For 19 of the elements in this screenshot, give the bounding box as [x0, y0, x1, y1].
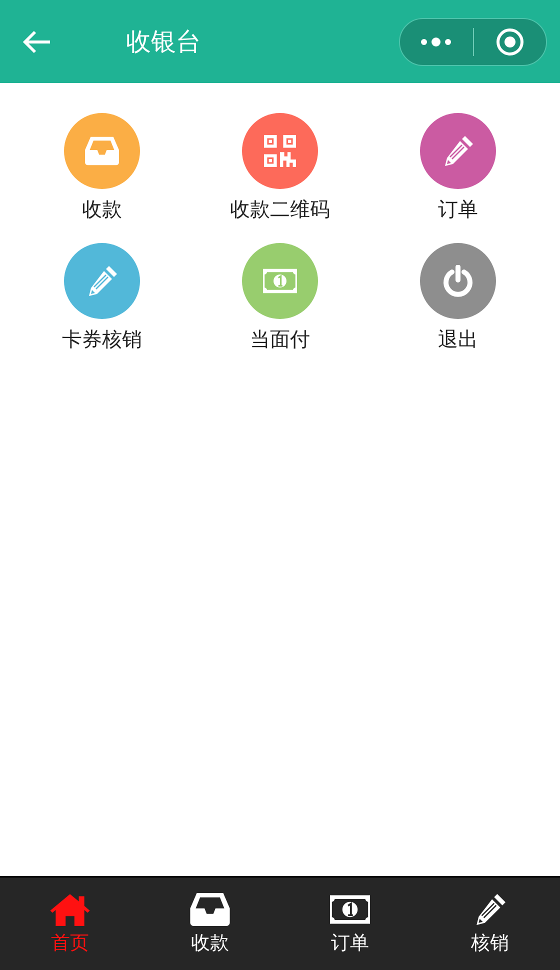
tab-item[interactable]: 核销 — [420, 878, 560, 970]
power-icon — [441, 265, 475, 297]
menu-item[interactable]: 订单 — [369, 113, 547, 223]
menu-item[interactable]: 退出 — [369, 243, 547, 353]
banknote-icon — [330, 892, 370, 926]
tab-item[interactable]: 订单 — [280, 878, 420, 970]
back-arrow-icon[interactable] — [22, 28, 52, 54]
page-title: 收银台 — [126, 26, 202, 58]
more-icon[interactable] — [421, 36, 452, 46]
qr-code-icon — [263, 135, 297, 167]
menu-item[interactable]: 当面付 — [191, 243, 369, 353]
menu-item[interactable]: 卡券核销 — [13, 243, 191, 353]
tray-icon — [85, 135, 119, 167]
menu-item[interactable]: 收款二维码 — [191, 113, 369, 223]
menu-item[interactable]: 收款 — [13, 113, 191, 223]
tab-item[interactable]: 首页 — [0, 878, 140, 970]
tray-icon — [190, 892, 230, 926]
home-icon — [50, 892, 90, 926]
tab-item[interactable]: 收款 — [140, 878, 280, 970]
